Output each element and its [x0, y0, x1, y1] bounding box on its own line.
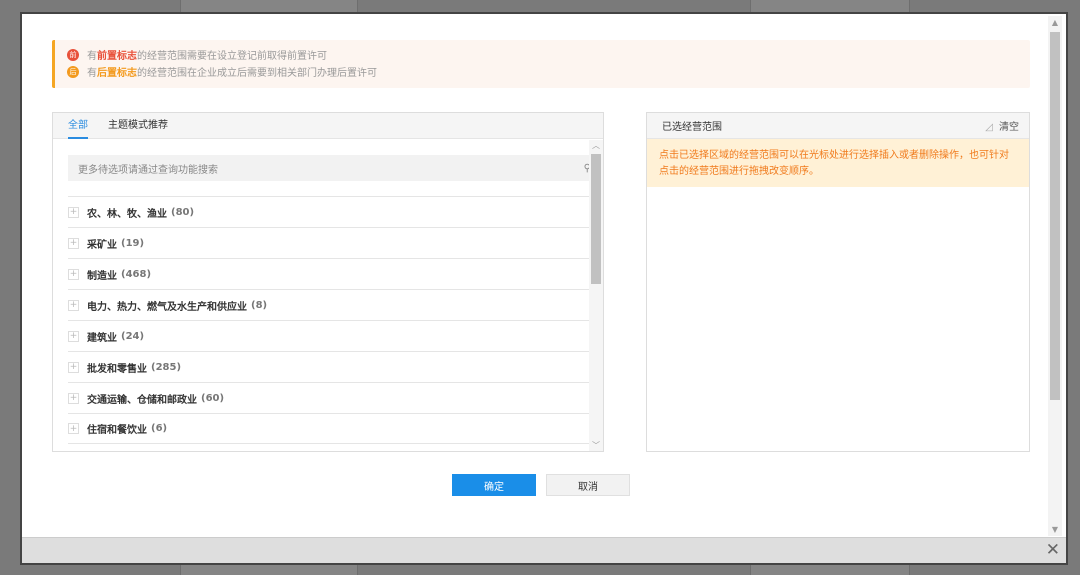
- panel-title: 已选经营范围: [662, 122, 722, 133]
- tab-bar: 全部 主题模式推荐: [53, 113, 603, 139]
- scroll-down-icon[interactable]: ﹀: [589, 440, 603, 451]
- selected-scope-header: 已选经营范围 ◿ 清空: [647, 113, 1029, 139]
- notice-text: 的经营范围需要在设立登记前取得前置许可: [137, 51, 327, 62]
- notice-highlight: 后置标志: [97, 68, 137, 79]
- tab-theme-recommend[interactable]: 主题模式推荐: [108, 113, 168, 138]
- item-count: (6): [151, 423, 168, 434]
- scrollbar-thumb[interactable]: [1050, 32, 1060, 400]
- cancel-button[interactable]: 取消: [546, 474, 630, 496]
- item-label: 农、林、牧、渔业: [87, 208, 167, 220]
- list-item[interactable]: + 住宿和餐饮业 (6): [68, 413, 601, 444]
- item-label: 交通运输、仓储和邮政业: [87, 394, 197, 406]
- selected-tip: 点击已选择区域的经营范围可以在光标处进行选择插入或者删除操作，也可针对点击的经营…: [647, 139, 1029, 187]
- confirm-button[interactable]: 确定: [452, 474, 536, 496]
- notice-text: 有: [87, 68, 97, 79]
- expand-icon[interactable]: +: [68, 361, 79, 373]
- dialog-scrollbar[interactable]: ▲ ▼: [1048, 16, 1062, 536]
- notice-box: 前 有前置标志 的经营范围需要在设立登记前取得前置许可 后 有后置标志 的经营范围在…: [52, 40, 1030, 88]
- search-input[interactable]: 更多待选项请通过查询功能搜索 ⚲: [68, 155, 601, 181]
- item-count: (24): [121, 330, 145, 342]
- expand-icon[interactable]: +: [68, 268, 79, 280]
- expand-icon[interactable]: +: [68, 423, 79, 434]
- broom-icon: ◿: [985, 122, 993, 133]
- scope-picker-panel: 全部 主题模式推荐 更多待选项请通过查询功能搜索 ⚲ + 农、林、牧、渔业 (80)…: [52, 112, 604, 452]
- dialog-footer: ✕: [22, 537, 1066, 563]
- expand-icon[interactable]: +: [68, 392, 79, 404]
- pre-badge-icon: 前: [67, 48, 79, 61]
- tab-all[interactable]: 全部: [68, 113, 88, 139]
- item-label: 住宿和餐饮业: [87, 425, 147, 436]
- scroll-up-icon[interactable]: ︿: [589, 140, 603, 151]
- post-badge-icon: 后: [67, 65, 79, 78]
- clear-button[interactable]: ◿ 清空: [985, 118, 1019, 133]
- list-item[interactable]: + 电力、热力、燃气及水生产和供应业 (8): [68, 289, 601, 320]
- scrollbar-thumb[interactable]: [591, 154, 601, 284]
- expand-icon[interactable]: +: [68, 206, 79, 218]
- selected-scope-panel: 已选经营范围 ◿ 清空 点击已选择区域的经营范围可以在光标处进行选择插入或者删除操…: [646, 112, 1030, 452]
- list-item[interactable]: + 批发和零售业 (285): [68, 351, 601, 382]
- notice-pre: 前 有前置标志 的经营范围需要在设立登记前取得前置许可: [67, 46, 1030, 63]
- expand-icon[interactable]: +: [68, 237, 79, 249]
- list-item[interactable]: + 制造业 (468): [68, 258, 601, 289]
- expand-icon[interactable]: +: [68, 330, 79, 342]
- item-label: 批发和零售业: [87, 363, 147, 375]
- notice-text: 有: [87, 51, 97, 62]
- item-count: (285): [151, 361, 182, 373]
- item-label: 电力、热力、燃气及水生产和供应业: [87, 301, 247, 313]
- item-count: (19): [121, 237, 145, 249]
- scroll-up-icon[interactable]: ▲: [1048, 18, 1062, 27]
- notice-text: 的经营范围在企业成立后需要到相关部门办理后置许可: [137, 68, 377, 79]
- item-label: 采矿业: [87, 239, 117, 251]
- list-item[interactable]: + 建筑业 (24): [68, 320, 601, 351]
- close-icon[interactable]: ✕: [1046, 540, 1060, 560]
- industry-list: + 农、林、牧、渔业 (80) + 采矿业 (19) + 制造业 (468) + 电力、热力、…: [68, 196, 601, 444]
- item-count: (80): [171, 206, 195, 218]
- item-count: (468): [121, 268, 152, 280]
- dialog-actions: 确定 取消: [452, 474, 630, 496]
- item-label: 建筑业: [87, 332, 117, 344]
- notice-highlight: 前置标志: [97, 51, 137, 62]
- search-placeholder: 更多待选项请通过查询功能搜索: [78, 164, 218, 176]
- clear-label: 清空: [999, 122, 1019, 133]
- item-count: (8): [251, 299, 268, 311]
- item-label: 制造业: [87, 270, 117, 282]
- list-item[interactable]: + 交通运输、仓储和邮政业 (60): [68, 382, 601, 413]
- scroll-down-icon[interactable]: ▼: [1048, 525, 1062, 534]
- business-scope-dialog: ▲ ▼ 前 有前置标志 的经营范围需要在设立登记前取得前置许可 后 有后置标志 的经…: [20, 12, 1068, 565]
- notice-post: 后 有后置标志 的经营范围在企业成立后需要到相关部门办理后置许可: [67, 63, 1030, 80]
- expand-icon[interactable]: +: [68, 299, 79, 311]
- list-item[interactable]: + 农、林、牧、渔业 (80): [68, 196, 601, 227]
- list-item[interactable]: + 采矿业 (19): [68, 227, 601, 258]
- item-count: (60): [201, 392, 225, 404]
- list-scrollbar[interactable]: ︿ ﹀: [589, 140, 603, 451]
